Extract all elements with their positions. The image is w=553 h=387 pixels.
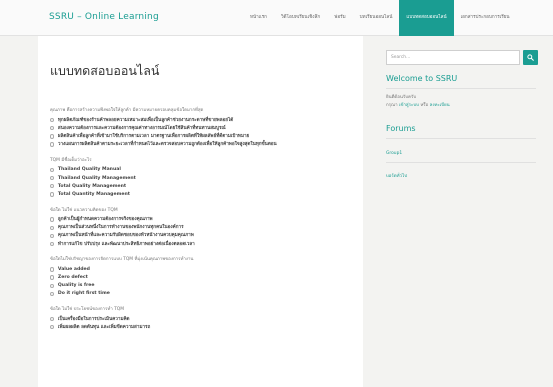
radio-button[interactable] (50, 192, 55, 197)
radio-button[interactable] (50, 316, 55, 322)
divider (386, 162, 536, 163)
answer-option[interactable]: เพิ่มผลผลิต ลดต้นทุน และเพิ่มขีดความสามา… (50, 323, 355, 331)
search-icon (527, 54, 534, 61)
answer-option[interactable]: ลูกค้าเป็นผู้กำหนดความต้องการจริงของคุณภ… (50, 216, 355, 224)
question-text: TQM มีชื่อเต็มว่าอะไร (50, 157, 92, 163)
question-text: ข้อใดไม่ใช่ปรัชญาของการจัดการแบบ TQM ที่… (50, 257, 194, 263)
login-prompt: กรุณา เข้าสู่ระบบ หรือ ลงทะเบียน (386, 101, 450, 108)
radio-button[interactable] (50, 142, 55, 147)
answer-option[interactable]: ทำการแก้ไข ปรับปรุง และพัฒนาประสิทธิภาพอ… (50, 240, 355, 248)
answer-option[interactable]: Total Quality Management (50, 182, 355, 190)
answer-option[interactable]: Thailand Quality Management (50, 174, 355, 182)
welcome-heading: Welcome to SSRU (386, 74, 458, 83)
forums-heading: Forums (386, 124, 416, 133)
divider (386, 138, 536, 139)
nav-documents[interactable]: เอกสารประกอบการเรียน (454, 0, 517, 36)
login-prefix: กรุณา (386, 103, 398, 108)
answer-option[interactable]: ทุกผลิตภัณฑ์ของร้านค้าพลอยความเหมาะสมเพื… (50, 116, 355, 124)
radio-button[interactable] (50, 134, 55, 139)
question-text: ข้อใด ไม่ใช่ ประโยชน์ของการทำ TQM (50, 307, 125, 312)
radio-button[interactable] (50, 325, 55, 330)
answer-option[interactable]: Do it right first time (50, 290, 355, 298)
main-content: แบบทดสอบออนไลน์ คุณภาพ คือการสร้างความพึ… (38, 36, 363, 387)
nav-forum[interactable]: ฟอรัม (327, 0, 353, 36)
radio-button[interactable] (50, 175, 55, 181)
radio-button[interactable] (50, 184, 55, 189)
divider (386, 88, 536, 89)
answer-option[interactable]: Thailand Quality Manual (50, 166, 355, 174)
search-button[interactable] (523, 50, 538, 65)
radio-button[interactable] (50, 275, 55, 280)
forum-link-group1[interactable]: Group1 (386, 151, 402, 156)
radio-button[interactable] (50, 217, 55, 222)
radio-button[interactable] (50, 267, 55, 272)
radio-button[interactable] (50, 233, 55, 239)
nav-online-lessons[interactable]: บทเรียนออนไลน์ (353, 0, 400, 36)
quiz-form: คุณภาพ คือการสร้างความพึงพอใจให้ลูกค้า ม… (50, 106, 355, 338)
question-5: ข้อใด ไม่ใช่ ประโยชน์ของการทำ TQM เป็นเค… (50, 305, 355, 331)
answer-option[interactable]: คุณภาพเป็นหน้าที่และความรับผิดชอบของหัวห… (50, 232, 355, 240)
answer-option[interactable]: ผลิตสินค้าเพื่อลูกค้าที่เข้ามาใช้บริการต… (50, 132, 355, 140)
radio-button[interactable] (50, 283, 55, 288)
radio-button[interactable] (50, 117, 55, 123)
question-2: TQM มีชื่อเต็มว่าอะไร Thailand Quality M… (50, 156, 355, 199)
nav-videos[interactable]: วิดีโอบทเรียนเชิงลึก (274, 0, 327, 36)
welcome-text: ยินดีต้อนรับครับ (386, 95, 417, 100)
nav-home[interactable]: หน้าแรก (243, 0, 274, 36)
answer-option[interactable]: Total Quantity Management (50, 190, 355, 198)
register-link[interactable]: ลงทะเบียน (430, 103, 450, 108)
sidebar: Search... Welcome to SSRU ยินดีต้อนรับคร… (386, 36, 538, 387)
login-link[interactable]: เข้าสู่ระบบ (399, 103, 419, 108)
site-brand[interactable]: SSRU – Online Learning (49, 12, 159, 22)
question-1: คุณภาพ คือการสร้างความพึงพอใจให้ลูกค้า ม… (50, 106, 355, 149)
main-nav: หน้าแรก วิดีโอบทเรียนเชิงลึก ฟอรัม บทเรี… (243, 0, 517, 36)
answer-option[interactable]: Zero defect (50, 273, 355, 281)
answer-option[interactable]: คุณภาพเป็นส่วนหนึ่งในการทำงานของพนักงานท… (50, 224, 355, 232)
top-navbar: SSRU – Online Learning หน้าแรก วิดีโอบทเ… (0, 0, 553, 36)
answer-option[interactable]: Value added (50, 265, 355, 273)
answer-option[interactable]: Quality is free (50, 282, 355, 290)
radio-button[interactable] (50, 291, 55, 297)
answer-option[interactable]: วางแผนการผลิตสินค้าตามระยะเวลาที่กำหนดไว… (50, 141, 355, 149)
nav-online-quiz[interactable]: แบบทดสอบออนไลน์ (399, 0, 454, 36)
or-text: หรือ (420, 103, 429, 108)
answer-option[interactable]: เป็นเครื่องมือในการประเมินความคิด (50, 315, 355, 323)
radio-button[interactable] (50, 225, 55, 230)
answer-option[interactable]: สนองความต้องการและความต้องการคุณค่าทางอา… (50, 124, 355, 132)
question-text: คุณภาพ คือการสร้างความพึงพอใจให้ลูกค้า ม… (50, 108, 204, 113)
question-4: ข้อใดไม่ใช่ปรัชญาของการจัดการแบบ TQM ที่… (50, 255, 355, 298)
radio-button[interactable] (50, 167, 55, 173)
question-3: ข้อใด ไม่ใช่ แนวความคิดของ TQM ลูกค้าเป็… (50, 206, 355, 249)
search-input[interactable]: Search... (386, 50, 520, 65)
radio-button[interactable] (50, 241, 55, 247)
page-title: แบบทดสอบออนไลน์ (50, 63, 160, 78)
forum-link-general[interactable]: บอร์ดทั่วไป (386, 172, 407, 179)
radio-button[interactable] (50, 126, 55, 131)
question-text: ข้อใด ไม่ใช่ แนวความคิดของ TQM (50, 207, 118, 213)
